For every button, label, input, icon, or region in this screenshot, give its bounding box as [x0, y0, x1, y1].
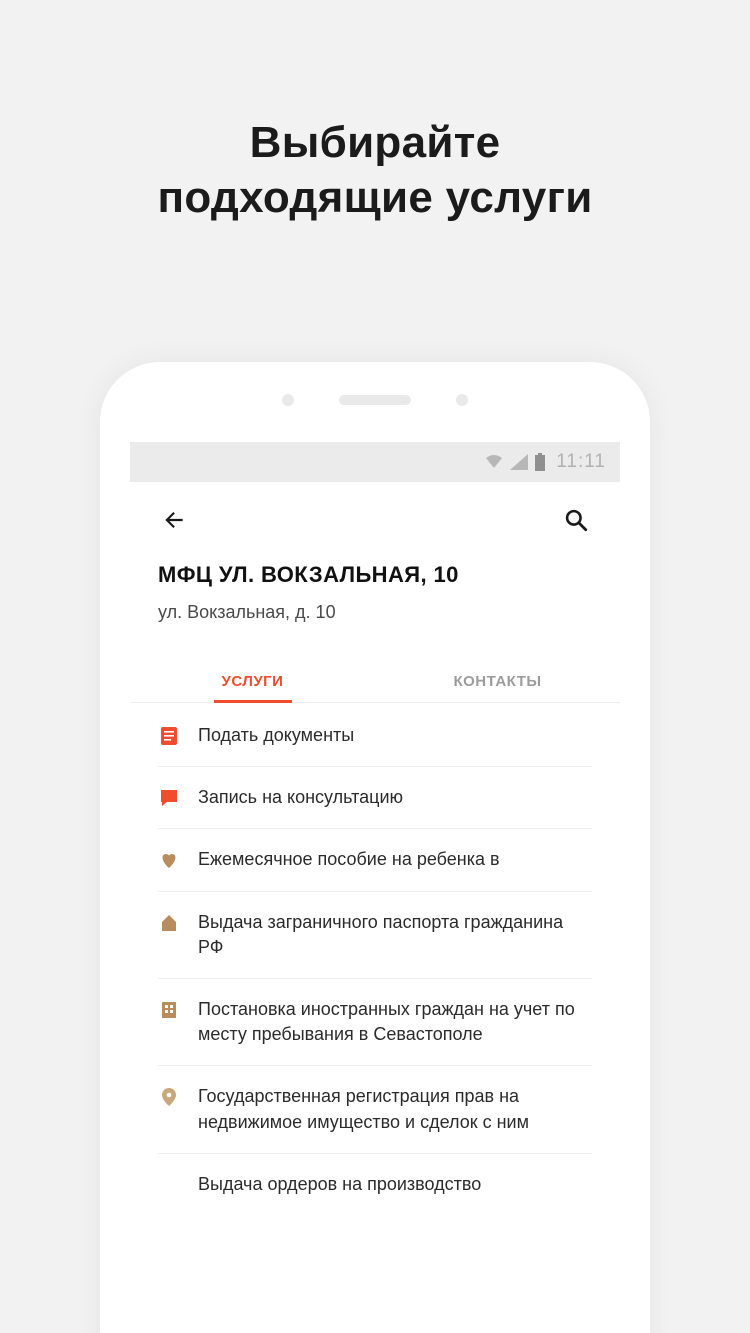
- chat-icon: [158, 787, 180, 809]
- service-list: Подать документы Запись на консультацию …: [130, 703, 620, 1333]
- service-label: Постановка иностранных граждан на учет п…: [198, 997, 592, 1047]
- tab-label: УСЛУГИ: [222, 673, 284, 690]
- wifi-icon: [484, 454, 504, 470]
- status-time: 11:11: [556, 451, 606, 473]
- phone-frame: 11:11 МФЦ УЛ. ВОКЗАЛЬНАЯ, 10 ул. Вокзаль…: [100, 362, 650, 1333]
- promo-line-1: Выбирайте: [0, 115, 750, 170]
- tab-services[interactable]: УСЛУГИ: [130, 659, 375, 702]
- document-icon: [158, 725, 180, 747]
- service-label: Подать документы: [198, 723, 354, 748]
- phone-sensor-dot: [282, 394, 294, 406]
- service-item-property-registration[interactable]: Государственная регистрация прав на недв…: [158, 1066, 592, 1153]
- app-header: [130, 482, 620, 548]
- service-item-partial[interactable]: Выдача ордеров на производство: [158, 1154, 592, 1197]
- map-pin-icon: [158, 1086, 180, 1108]
- tab-label: КОНТАКТЫ: [453, 673, 541, 690]
- phone-screen: 11:11 МФЦ УЛ. ВОКЗАЛЬНАЯ, 10 ул. Вокзаль…: [130, 442, 620, 1333]
- service-label: Запись на консультацию: [198, 785, 403, 810]
- status-bar: 11:11: [130, 442, 620, 482]
- heart-icon: [158, 849, 180, 871]
- service-label: Государственная регистрация прав на недв…: [198, 1084, 592, 1134]
- home-icon: [158, 912, 180, 934]
- cellular-signal-icon: [510, 454, 528, 470]
- search-icon: [563, 507, 589, 533]
- office-title: МФЦ УЛ. ВОКЗАЛЬНАЯ, 10: [158, 562, 592, 588]
- title-block: МФЦ УЛ. ВОКЗАЛЬНАЯ, 10 ул. Вокзальная, д…: [130, 548, 620, 633]
- back-button[interactable]: [158, 504, 190, 536]
- service-item-foreign-registration[interactable]: Постановка иностранных граждан на учет п…: [158, 979, 592, 1066]
- battery-icon: [534, 453, 546, 471]
- search-button[interactable]: [560, 504, 592, 536]
- promo-line-2: подходящие услуги: [0, 170, 750, 225]
- service-label: Ежемесячное пособие на ребенка в: [198, 847, 500, 872]
- arrow-left-icon: [161, 507, 187, 533]
- phone-speaker: [339, 395, 411, 405]
- office-address: ул. Вокзальная, д. 10: [158, 602, 592, 623]
- phone-camera-dot: [456, 394, 468, 406]
- promo-headline: Выбирайте подходящие услуги: [0, 0, 750, 225]
- service-item-child-benefit[interactable]: Ежемесячное пособие на ребенка в: [158, 829, 592, 891]
- tab-contacts[interactable]: КОНТАКТЫ: [375, 659, 620, 702]
- service-label: Выдача заграничного паспорта гражданина …: [198, 910, 592, 960]
- service-item-submit-docs[interactable]: Подать документы: [158, 703, 592, 767]
- building-icon: [158, 999, 180, 1021]
- service-item-passport[interactable]: Выдача заграничного паспорта гражданина …: [158, 892, 592, 979]
- service-item-consultation[interactable]: Запись на консультацию: [158, 767, 592, 829]
- tabs: УСЛУГИ КОНТАКТЫ: [130, 659, 620, 703]
